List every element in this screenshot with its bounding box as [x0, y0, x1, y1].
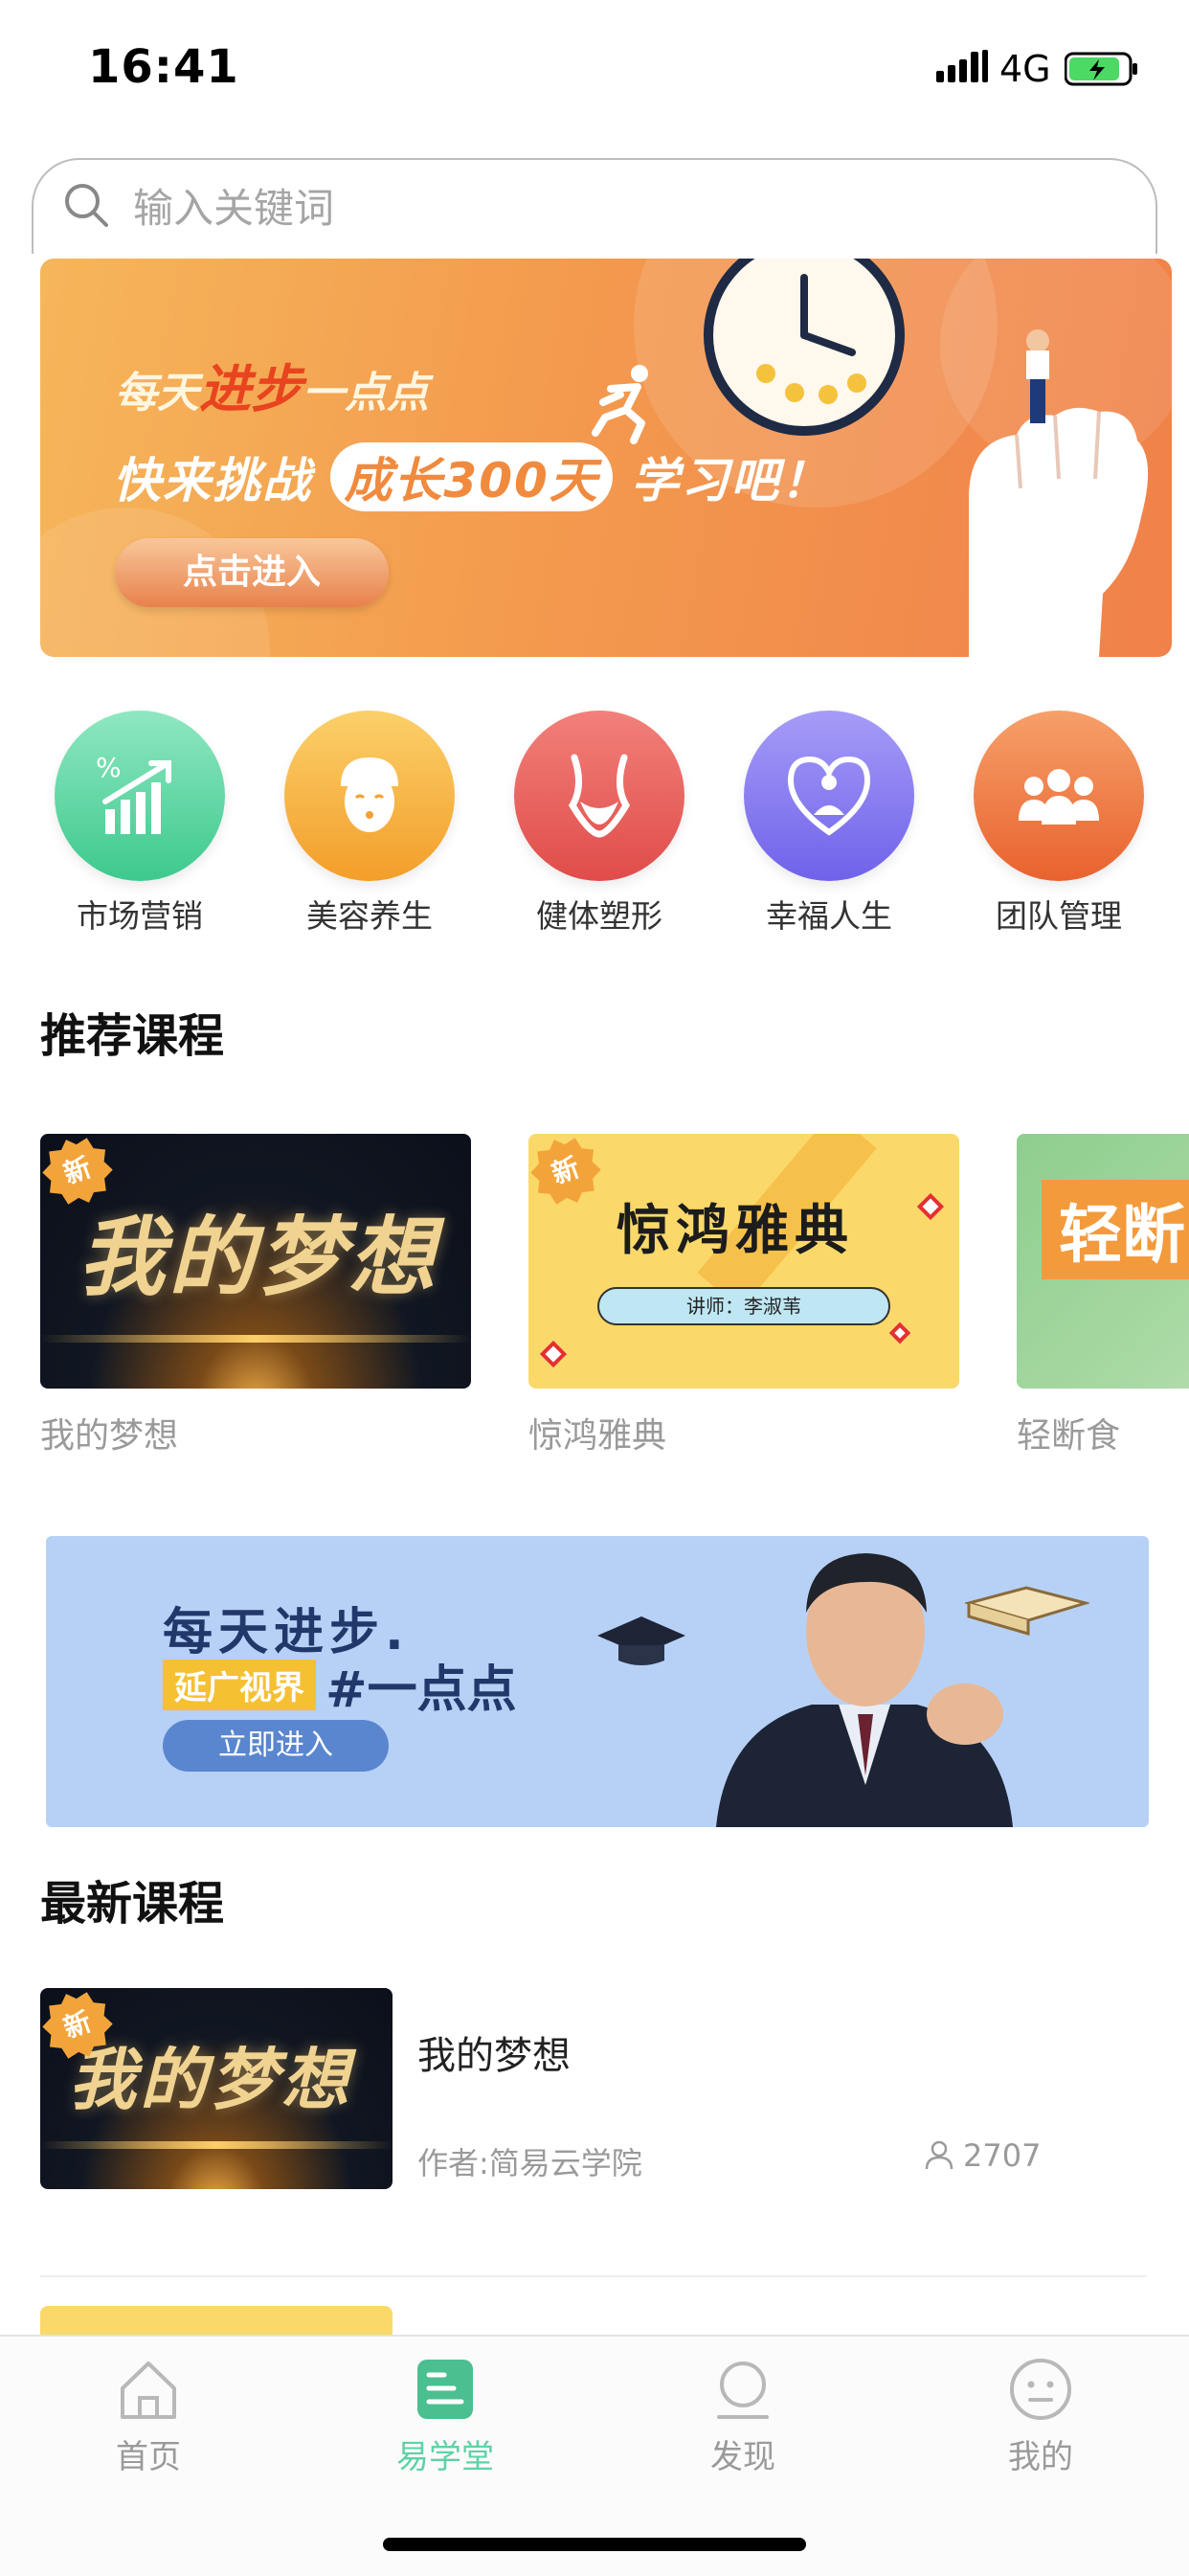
course-thumbnail: 我的梦想 新 — [40, 1988, 393, 2189]
hero-banner[interactable]: 每天进步一点点 快来挑战 成长300天 学习吧！ 点击进入 — [40, 259, 1172, 657]
discover-icon — [717, 2361, 769, 2419]
heart-meditation-icon — [787, 756, 871, 836]
promo-subheadline: 延广视界 #一点点 — [163, 1649, 517, 1721]
new-badge: 新 — [528, 1134, 609, 1214]
course-thumbnail: 惊鸿雅典 讲师：李淑苇 新 — [528, 1134, 959, 1389]
user-icon — [925, 2140, 953, 2170]
body-shape-icon — [568, 754, 631, 838]
tab-profile[interactable]: 我的 — [945, 2356, 1136, 2477]
home-icon — [121, 2361, 176, 2419]
svg-text:%: % — [96, 752, 122, 783]
status-time: 16:41 — [88, 40, 239, 94]
search-input[interactable] — [131, 173, 1092, 242]
section-title-recommended: 推荐课程 — [40, 1009, 225, 1063]
face-mask-icon — [341, 757, 398, 832]
tab-course[interactable]: 易学堂 — [349, 2356, 541, 2477]
course-thumbnail: 轻断 — [1017, 1134, 1189, 1389]
banner-headline: 每天进步一点点 — [115, 359, 429, 419]
category-fitness[interactable]: 健体塑形 — [513, 711, 685, 937]
category-happiness[interactable]: 幸福人生 — [743, 711, 915, 937]
course-name: 轻断食 — [1017, 1416, 1121, 1456]
category-label: 健体塑形 — [536, 897, 662, 935]
status-bar: 16:41 4G — [0, 0, 1189, 144]
course-card[interactable]: 惊鸿雅典 讲师：李淑苇 新 惊鸿雅典 — [528, 1134, 959, 1457]
team-icon — [1019, 769, 1099, 825]
category-label: 团队管理 — [996, 897, 1122, 935]
category-team[interactable]: 团队管理 — [973, 711, 1145, 937]
tab-home[interactable]: 首页 — [53, 2356, 244, 2477]
fist-illustration — [969, 329, 1149, 657]
course-icon — [417, 2360, 473, 2419]
battery-icon — [1065, 52, 1137, 86]
promo-enter-button[interactable]: 立即进入 — [163, 1720, 389, 1772]
search-icon — [65, 184, 108, 227]
profile-icon — [1010, 2359, 1071, 2420]
presenter-photo — [716, 1553, 1013, 1827]
promo-banner[interactable]: 每天进步. 延广视界 #一点点 立即进入 — [46, 1536, 1149, 1827]
course-author: 作者:简易云学院 — [417, 2145, 642, 2181]
section-title-latest: 最新课程 — [40, 1877, 225, 1931]
list-divider — [40, 2275, 1147, 2277]
graduation-cap-icon — [597, 1616, 685, 1665]
course-thumbnail: 我的梦想 新 — [40, 1134, 471, 1389]
latest-course-row[interactable]: 我的梦想 新 我的梦想 作者:简易云学院 2707 — [40, 1988, 1147, 2189]
home-indicator — [383, 2538, 806, 2551]
course-thumbnail-partial[interactable] — [40, 2306, 393, 2335]
course-card[interactable]: 轻断 轻断食 — [1017, 1134, 1189, 1457]
category-label: 市场营销 — [77, 897, 203, 935]
banner-enter-button[interactable]: 点击进入 — [115, 538, 389, 607]
signal-icon — [936, 50, 988, 82]
category-marketing[interactable]: % 市场营销 — [54, 711, 226, 937]
runner-icon — [592, 365, 648, 444]
course-name: 我的梦想 — [40, 1416, 179, 1456]
course-views: 2707 — [923, 2137, 1041, 2174]
search-bar[interactable] — [32, 158, 1157, 254]
chart-growth-icon: % — [96, 752, 171, 834]
category-label: 幸福人生 — [766, 897, 892, 935]
category-label: 美容养生 — [306, 897, 433, 935]
course-card[interactable]: 我的梦想 新 我的梦想 — [40, 1134, 471, 1457]
network-type: 4G — [999, 48, 1051, 90]
course-title: 我的梦想 — [417, 2034, 571, 2078]
course-name: 惊鸿雅典 — [528, 1416, 667, 1456]
banner-subheadline: 快来挑战 成长300天 学习吧！ — [113, 442, 830, 511]
clock-icon — [704, 259, 905, 436]
category-beauty[interactable]: 美容养生 — [283, 711, 456, 937]
tab-discover[interactable]: 发现 — [647, 2356, 839, 2477]
